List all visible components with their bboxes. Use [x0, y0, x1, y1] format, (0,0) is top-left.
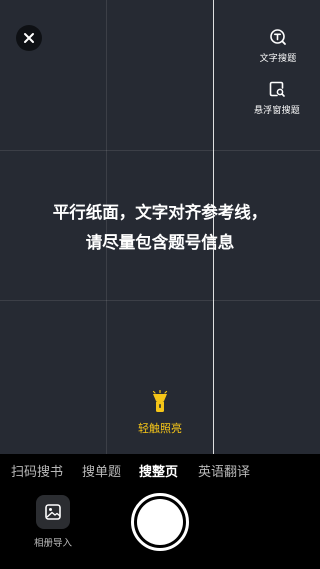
photo-album-icon: [45, 504, 61, 520]
bottom-controls: 相册导入: [0, 486, 320, 569]
close-icon: [24, 33, 34, 43]
text-search-label: 文字搜题: [259, 54, 297, 64]
floating-window-search-label: 悬浮窗搜题: [253, 106, 300, 116]
flashlight-toggle[interactable]: 轻触照亮: [130, 390, 190, 436]
tab-scan-code-search-book[interactable]: 扫码搜书: [11, 461, 63, 480]
tab-search-whole-page[interactable]: 搜整页: [139, 461, 178, 480]
guide-line-2: 请尽量包含题号信息: [85, 233, 235, 252]
guide-line-1: 平行纸面，文字对齐参考线，: [52, 203, 268, 222]
tab-search-single-question[interactable]: 搜单题: [82, 461, 121, 480]
grid-line-horizontal-top: [0, 150, 320, 151]
floating-window-search-icon: [269, 81, 285, 97]
floating-window-search-button[interactable]: 悬浮窗搜题: [242, 80, 312, 116]
album-icon-box: [36, 495, 70, 529]
flashlight-icon: [152, 390, 168, 412]
camera-screen: 文字搜题 悬浮窗搜题 平行纸面，文字对齐参考线， 请尽量包含题号信息 轻触照亮: [0, 0, 320, 569]
grid-line-horizontal-bottom: [0, 300, 320, 301]
text-search-icon: [270, 29, 286, 45]
tab-english-translation[interactable]: 英语翻译: [198, 461, 250, 480]
shutter-inner: [137, 499, 183, 545]
album-import-label: 相册导入: [33, 538, 72, 549]
album-import-button[interactable]: 相册导入: [30, 495, 76, 549]
shutter-button[interactable]: [131, 493, 189, 551]
alignment-guide-text: 平行纸面，文字对齐参考线， 请尽量包含题号信息: [0, 198, 320, 258]
search-mode-tabs: 扫码搜书 搜单题 搜整页 英语翻译: [0, 454, 320, 486]
flashlight-label: 轻触照亮: [138, 422, 182, 435]
text-search-button[interactable]: 文字搜题: [248, 28, 308, 64]
camera-viewfinder[interactable]: 文字搜题 悬浮窗搜题 平行纸面，文字对齐参考线， 请尽量包含题号信息 轻触照亮: [0, 0, 320, 454]
close-button[interactable]: [16, 25, 42, 51]
